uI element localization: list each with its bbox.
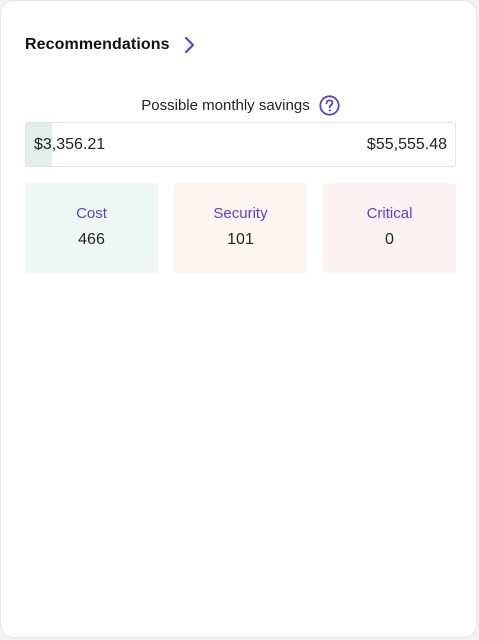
card-header: Recommendations — [25, 34, 196, 56]
savings-current-value: $3,356.21 — [34, 136, 106, 153]
recommendation-tiles: Cost 466 Security 101 Critical 0 — [25, 183, 456, 273]
card-title: Recommendations — [25, 36, 170, 53]
critical-tile[interactable]: Critical 0 — [323, 183, 456, 273]
security-tile-count: 101 — [227, 231, 254, 248]
savings-progress-bar: $3,356.21 $55,555.48 — [25, 122, 456, 167]
critical-tile-count: 0 — [385, 231, 394, 248]
savings-label-row: Possible monthly savings — [25, 93, 456, 117]
security-tile[interactable]: Security 101 — [174, 183, 307, 273]
cost-tile-count: 466 — [78, 231, 105, 248]
cost-tile-label: Cost — [76, 205, 107, 222]
chevron-right-icon[interactable] — [182, 35, 196, 55]
critical-tile-label: Critical — [366, 205, 413, 222]
cost-tile[interactable]: Cost 466 — [25, 183, 158, 273]
savings-max-value: $55,555.48 — [366, 136, 447, 153]
savings-label: Possible monthly savings — [141, 96, 310, 114]
question-circle-icon[interactable] — [319, 94, 340, 116]
security-tile-label: Security — [213, 205, 268, 222]
recommendations-card: Recommendations Possible monthly savings… — [0, 0, 477, 638]
